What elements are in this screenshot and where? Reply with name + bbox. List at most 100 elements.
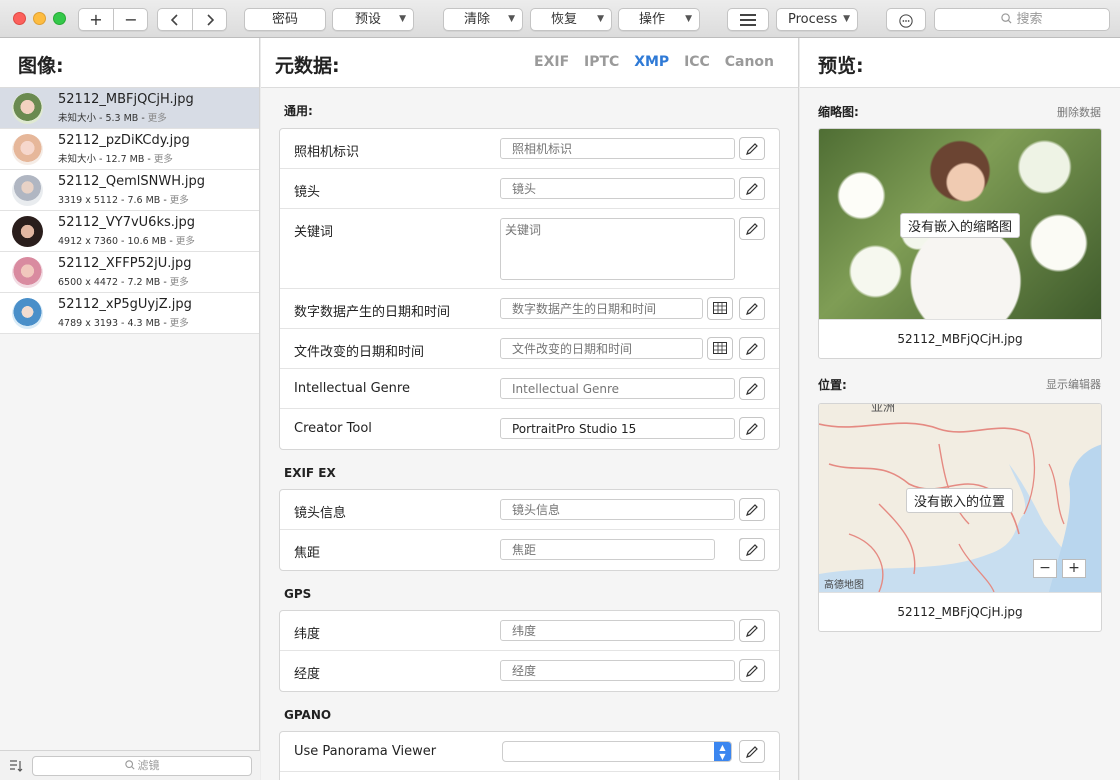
tab-iptc[interactable]: IPTC [584,54,619,70]
actions-dropdown[interactable]: 操作 ▼ [618,8,700,31]
chevron-down-icon: ▼ [508,14,515,24]
back-arrow-icon[interactable] [158,14,192,26]
field-label: 镜头 [294,185,321,200]
add-button[interactable]: + [79,9,113,30]
delete-data-link[interactable]: 删除数据 [1057,104,1101,120]
more-link[interactable]: 更多 [170,318,189,329]
file-item[interactable]: 52112_VY7vU6ks.jpg 4912 x 7360 - 10.6 MB… [0,211,259,252]
file-item[interactable]: 52112_MBFjQCjH.jpg 未知大小 - 5.3 MB - 更多 [0,88,259,129]
location-title: 位置: [818,378,847,392]
more-link[interactable]: 更多 [170,277,189,288]
edit-button[interactable] [739,377,765,400]
file-size-text: 6500 x 4472 - 7.2 MB - [58,277,170,288]
clear-dropdown[interactable]: 清除 ▼ [443,8,523,31]
search-field[interactable]: 搜索 [934,8,1110,31]
modified-date-field[interactable] [500,338,703,359]
zoom-out-button[interactable]: − [1033,559,1057,578]
metadata-tabs: EXIF IPTC XMP ICC Canon [524,54,774,70]
field-label: Intellectual Genre [294,381,410,396]
more-link[interactable]: 更多 [176,236,195,247]
zoom-window-button[interactable] [53,12,66,25]
show-editor-link[interactable]: 显示编辑器 [1046,376,1101,392]
metadata-panel: 元数据: EXIF IPTC XMP ICC Canon 通用: 照相机标识 镜… [261,38,799,780]
thumbnail-title: 缩略图: [818,105,859,119]
zoom-in-button[interactable]: + [1062,559,1086,578]
chevron-down-icon: ▼ [597,14,604,24]
file-size-text: 4912 x 7360 - 10.6 MB - [58,236,176,247]
file-info: 6500 x 4472 - 7.2 MB - 更多 [58,274,189,288]
camera-id-field[interactable] [500,138,735,159]
latitude-field[interactable] [500,620,735,641]
edit-button[interactable] [739,177,765,200]
images-bottom-bar: 滤镜 [0,750,260,780]
focal-length-field[interactable] [500,539,715,560]
edit-button[interactable] [739,740,765,763]
sort-icon[interactable] [9,760,23,772]
intellectual-genre-row: Intellectual Genre [280,369,779,409]
preview-panel: 预览: 缩略图: 删除数据 没有嵌入的缩略图 52112_MBFjQCjH.jp… [800,38,1120,780]
tab-canon[interactable]: Canon [725,54,774,70]
keywords-row: 关键词 [280,209,779,289]
edit-button[interactable] [739,137,765,160]
file-name: 52112_QemlSNWH.jpg [58,174,205,189]
edit-button[interactable] [739,417,765,440]
use-panorama-viewer-select[interactable]: ▲ ▼ [502,741,732,762]
map-attribution: 高德地图 [824,580,864,591]
password-button[interactable]: 密码 [244,8,326,31]
location-caption: 52112_MBFjQCjH.jpg [819,592,1101,631]
digitized-date-field[interactable] [500,298,703,319]
longitude-field[interactable] [500,660,735,681]
more-link[interactable]: 更多 [170,195,189,206]
file-size-text: 未知大小 - 5.3 MB - [58,113,148,124]
gpano-group: Use Panorama Viewer ▲ ▼ [279,731,780,780]
file-item[interactable]: 52112_XFFP52jU.jpg 6500 x 4472 - 7.2 MB … [0,252,259,293]
minimize-window-button[interactable] [33,12,46,25]
list-view-button[interactable] [727,8,769,31]
restore-label: 恢复 [551,12,578,27]
list-icon [740,14,756,26]
calendar-button[interactable] [707,337,733,360]
field-label: 照相机标识 [294,145,360,160]
filter-field[interactable]: 滤镜 [32,756,252,776]
creator-tool-field[interactable] [500,418,735,439]
file-thumbnail [12,257,43,288]
no-thumbnail-label: 没有嵌入的缩略图 [900,213,1021,238]
edit-button[interactable] [739,538,765,561]
more-link[interactable]: 更多 [154,154,173,165]
file-size-text: 3319 x 5112 - 7.6 MB - [58,195,170,206]
more-options-button[interactable] [886,8,926,31]
location-header: 位置: 显示编辑器 [800,359,1120,403]
tab-exif[interactable]: EXIF [534,54,569,70]
edit-button[interactable] [739,659,765,682]
lens-info-field[interactable] [500,499,735,520]
restore-dropdown[interactable]: 恢复 ▼ [530,8,612,31]
edit-button[interactable] [739,619,765,642]
remove-button[interactable]: − [114,9,148,30]
ellipsis-circle-icon [899,14,913,28]
process-label: Process [788,12,838,27]
file-item[interactable]: 52112_xP5gUyjZ.jpg 4789 x 3193 - 4.3 MB … [0,293,259,334]
more-link[interactable]: 更多 [148,113,167,124]
field-label: 经度 [294,667,321,682]
lens-row: 镜头 [280,169,779,209]
metadata-title: 元数据: [275,55,340,77]
calendar-button[interactable] [707,297,733,320]
file-item[interactable]: 52112_pzDiKCdy.jpg 未知大小 - 12.7 MB - 更多 [0,129,259,170]
edit-button[interactable] [739,297,765,320]
file-item[interactable]: 52112_QemlSNWH.jpg 3319 x 5112 - 7.6 MB … [0,170,259,211]
intellectual-genre-field[interactable] [500,378,735,399]
edit-button[interactable] [739,337,765,360]
tab-icc[interactable]: ICC [684,54,710,70]
preset-dropdown[interactable]: 预设 ▼ [332,8,414,31]
edit-button[interactable] [739,217,765,240]
close-window-button[interactable] [13,12,26,25]
process-dropdown[interactable]: Process ▼ [776,8,858,31]
edit-button[interactable] [739,498,765,521]
lens-field[interactable] [500,178,735,199]
map-view[interactable]: 亚洲 没有嵌入的位置 高德地图 − + [819,404,1101,592]
metadata-header: 元数据: EXIF IPTC XMP ICC Canon [261,38,798,88]
file-list: 52112_MBFjQCjH.jpg 未知大小 - 5.3 MB - 更多 52… [0,88,259,334]
forward-arrow-icon[interactable] [193,14,227,26]
keywords-field[interactable] [500,218,735,280]
tab-xmp[interactable]: XMP [634,54,669,70]
